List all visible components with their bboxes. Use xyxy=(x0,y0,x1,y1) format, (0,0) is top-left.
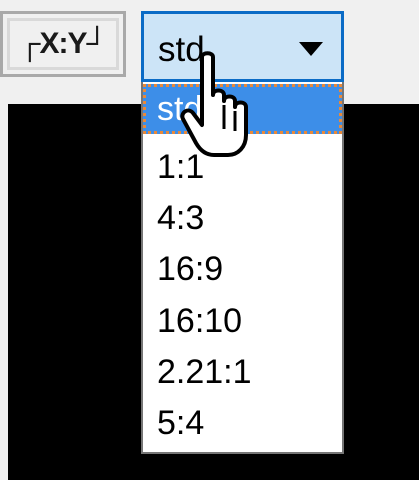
option-std[interactable]: std xyxy=(143,84,342,134)
option-2-21-1[interactable]: 2.21:1 xyxy=(143,347,342,397)
option-5-4[interactable]: 5:4 xyxy=(143,398,342,448)
aspect-ratio-selected-value: std xyxy=(158,30,205,69)
caret-down-icon xyxy=(299,42,323,56)
option-16-9[interactable]: 16:9 xyxy=(143,244,342,294)
aspect-ratio-select[interactable]: std xyxy=(141,11,344,82)
aspect-ratio-button-label: ┌X:Y┘ xyxy=(19,27,108,60)
aspect-ratio-button-inner: ┌X:Y┘ xyxy=(7,18,119,70)
option-4-3[interactable]: 4:3 xyxy=(143,193,342,243)
aspect-ratio-button[interactable]: ┌X:Y┘ xyxy=(0,11,126,77)
option-1-1[interactable]: 1:1 xyxy=(143,142,342,192)
aspect-ratio-dropdown-list: std 1:1 4:3 16:9 16:10 2.21:1 5:4 xyxy=(141,82,344,454)
option-16-10[interactable]: 16:10 xyxy=(143,296,342,346)
